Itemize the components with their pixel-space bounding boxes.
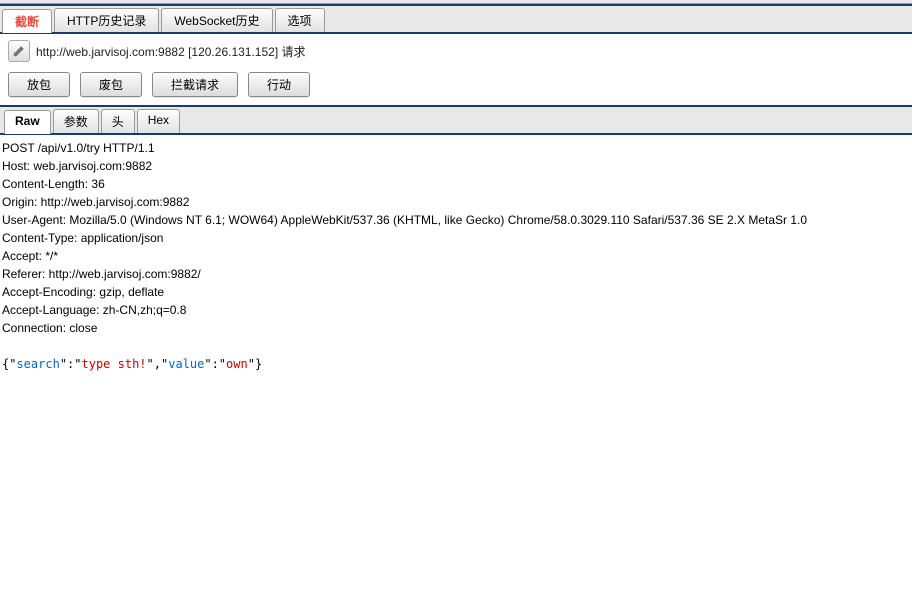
- sub-tab-bar: 截断 HTTP历史记录 WebSocket历史 选项: [0, 6, 912, 32]
- raw-line: Accept: */*: [2, 247, 910, 265]
- raw-line: Origin: http://web.jarvisoj.com:9882: [2, 193, 910, 211]
- raw-line: POST /api/v1.0/try HTTP/1.1: [2, 139, 910, 157]
- tab-hex[interactable]: Hex: [137, 109, 180, 133]
- tab-intercept[interactable]: 截断: [2, 9, 52, 33]
- json-value: own: [226, 357, 248, 371]
- json-brace: "}: [248, 357, 262, 371]
- json-key: search: [16, 357, 59, 371]
- tab-raw[interactable]: Raw: [4, 110, 51, 134]
- action-button-row: 放包 废包 拦截请求 行动: [0, 68, 912, 105]
- action-button[interactable]: 行动: [248, 72, 310, 97]
- json-sep: ":": [60, 357, 82, 371]
- raw-line: Connection: close: [2, 319, 910, 337]
- edit-icon[interactable]: [8, 40, 30, 62]
- raw-line: Content-Length: 36: [2, 175, 910, 193]
- view-tab-bar: Raw 参数 头 Hex: [0, 107, 912, 133]
- raw-line: Accept-Encoding: gzip, deflate: [2, 283, 910, 301]
- json-brace: {": [2, 357, 16, 371]
- json-value: type sth!: [82, 357, 147, 371]
- raw-line: User-Agent: Mozilla/5.0 (Windows NT 6.1;…: [2, 211, 910, 229]
- address-row: http://web.jarvisoj.com:9882 [120.26.131…: [0, 34, 912, 68]
- raw-line: Content-Type: application/json: [2, 229, 910, 247]
- intercept-toggle-button[interactable]: 拦截请求: [152, 72, 238, 97]
- tab-ws-history[interactable]: WebSocket历史: [161, 8, 272, 32]
- request-body: {"search":"type sth!","value":"own"}: [2, 355, 910, 373]
- json-sep: ":": [204, 357, 226, 371]
- tab-params[interactable]: 参数: [53, 109, 99, 133]
- json-key: value: [168, 357, 204, 371]
- drop-button[interactable]: 废包: [80, 72, 142, 97]
- raw-line: Accept-Language: zh-CN,zh;q=0.8: [2, 301, 910, 319]
- request-address: http://web.jarvisoj.com:9882 [120.26.131…: [36, 43, 306, 60]
- json-sep: ",": [147, 357, 169, 371]
- tab-options[interactable]: 选项: [275, 8, 325, 32]
- tab-http-history[interactable]: HTTP历史记录: [54, 8, 159, 32]
- tab-headers[interactable]: 头: [101, 109, 135, 133]
- raw-request-view[interactable]: POST /api/v1.0/try HTTP/1.1 Host: web.ja…: [0, 135, 912, 377]
- raw-line: Host: web.jarvisoj.com:9882: [2, 157, 910, 175]
- raw-line: Referer: http://web.jarvisoj.com:9882/: [2, 265, 910, 283]
- forward-button[interactable]: 放包: [8, 72, 70, 97]
